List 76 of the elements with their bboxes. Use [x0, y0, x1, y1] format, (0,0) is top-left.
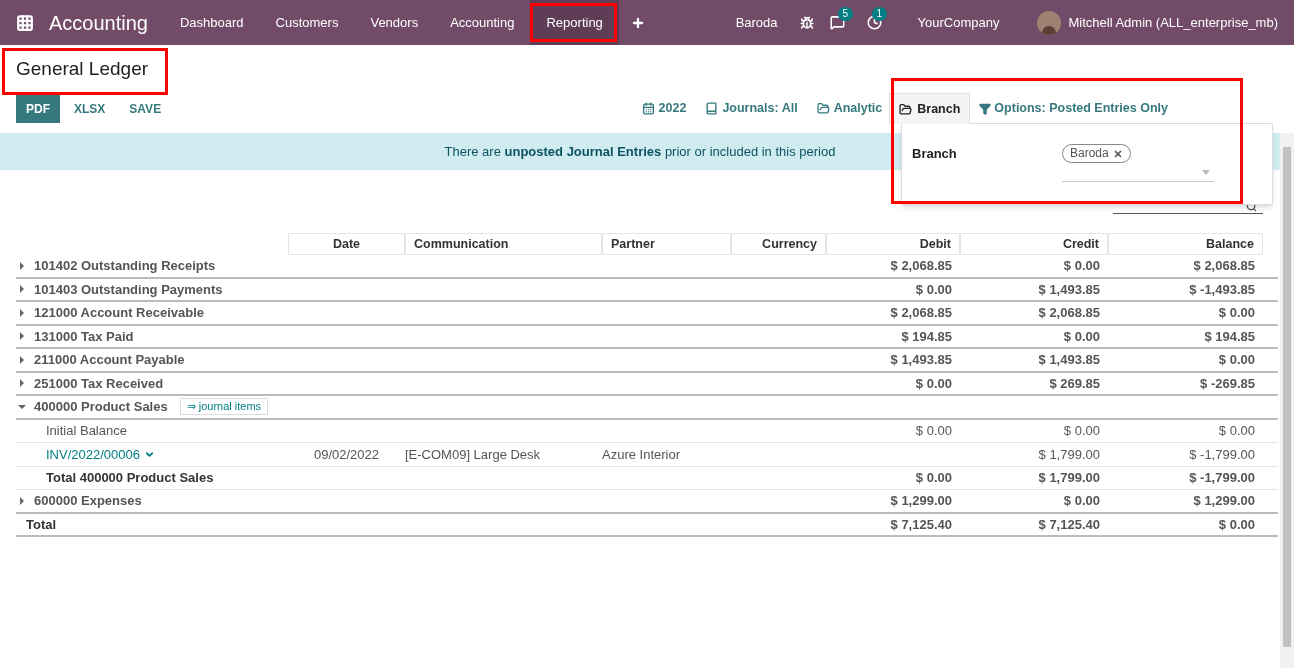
credit-cell-text: $ 1,493.85: [1037, 351, 1101, 369]
total-label: Total: [25, 515, 58, 534]
credit-cell-text: $ 0.00: [1062, 327, 1101, 346]
filter-button[interactable]: 2022: [641, 99, 687, 118]
credit-cell-text: $ 7,125.40: [1037, 515, 1101, 534]
column-header: Partner: [602, 233, 731, 255]
debit-cell-text: $ 2,068.85: [889, 304, 953, 322]
account-name[interactable]: 121000 Account Receivable: [34, 303, 205, 323]
report-action-button[interactable]: SAVE: [119, 94, 172, 123]
account-name[interactable]: 400000 Product Sales: [34, 397, 168, 417]
branch-filter-button[interactable]: Branch: [889, 93, 971, 124]
balance-cell-text: $ 0.00: [1217, 304, 1256, 322]
balance-cell-text: $ -269.85: [1199, 374, 1256, 393]
account-name[interactable]: 101402 Outstanding Receipts: [34, 256, 216, 276]
debit-cell-text: $ 0.00: [914, 469, 953, 487]
column-header: Debit: [826, 233, 960, 255]
branch-select-field[interactable]: Baroda: [1062, 144, 1214, 182]
communication-cell-text: [E-COM09] Large Desk: [405, 445, 542, 464]
journal-items-link[interactable]: ⇒ journal items: [179, 398, 269, 416]
debit-cell-text: $ 1,493.85: [889, 351, 953, 369]
debit-cell-text: $ 0.00: [914, 280, 953, 299]
company-switcher[interactable]: YourCompany: [917, 12, 1000, 33]
column-header: Currency: [731, 233, 826, 255]
report-action-button[interactable]: PDF: [16, 94, 60, 123]
credit-cell-text: $ 0.00: [1062, 257, 1101, 275]
balance-cell-text: $ -1,493.85: [1188, 280, 1256, 299]
balance-cell-text: $ 0.00: [1217, 351, 1256, 369]
user-menu[interactable]: Mitchell Admin (ALL_enterprise_mb): [1068, 12, 1278, 33]
balance-cell-text: $ -1,799.00: [1188, 445, 1256, 464]
credit-cell-text: $ 0.00: [1062, 492, 1101, 510]
balance-cell-text: $ 0.00: [1217, 515, 1256, 534]
column-header: Credit: [960, 233, 1108, 255]
column-header: Date: [288, 233, 405, 255]
column-header: Communication: [405, 233, 602, 255]
credit-cell-text: $ 1,493.85: [1037, 280, 1101, 299]
account-name[interactable]: 251000 Tax Received: [34, 373, 164, 393]
menu-item[interactable]: Accounting: [434, 0, 531, 45]
filter-button[interactable]: Analytic: [816, 99, 883, 118]
balance-cell-text: $ 2,068.85: [1192, 257, 1256, 275]
column-header: Balance: [1108, 233, 1263, 255]
account-name[interactable]: 101403 Outstanding Payments: [34, 279, 223, 299]
credit-cell-text: $ 269.85: [1048, 374, 1101, 393]
credit-cell-text: $ 0.00: [1062, 422, 1101, 440]
initial-balance-label: Initial Balance: [45, 422, 128, 440]
debit-cell-text: $ 1,299.00: [889, 492, 953, 510]
menu-item[interactable]: Vendors: [354, 0, 435, 45]
credit-cell-text: $ 1,799.00: [1037, 469, 1101, 487]
date-cell-text: 09/02/2022: [312, 445, 381, 464]
menu-item[interactable]: Dashboard: [163, 0, 260, 45]
debit-cell-text: $ 0.00: [914, 422, 953, 440]
credit-cell-text: $ 1,799.00: [1037, 445, 1101, 464]
branch-switcher[interactable]: Baroda: [735, 12, 778, 33]
subtotal-label: Total 400000 Product Sales: [45, 469, 215, 487]
balance-cell-text: $ 1,299.00: [1192, 492, 1256, 510]
account-name[interactable]: 131000 Tax Paid: [34, 326, 134, 346]
debit-cell-text: $ 194.85: [900, 327, 953, 346]
move-link[interactable]: INV/2022/00006: [16, 444, 288, 464]
account-name[interactable]: 600000 Expenses: [34, 491, 142, 511]
credit-cell-text: $ 2,068.85: [1037, 304, 1101, 322]
debit-cell-text: $ 7,125.40: [889, 515, 953, 534]
report-action-button[interactable]: XLSX: [64, 94, 116, 123]
filter-button[interactable]: Journals: All: [705, 99, 798, 118]
options-filter-button[interactable]: Options: Posted Entries Only: [979, 99, 1168, 118]
page-title: General Ledger: [16, 57, 149, 82]
app-name[interactable]: Accounting: [49, 7, 148, 38]
account-name[interactable]: 211000 Account Payable: [34, 350, 185, 370]
partner-cell-text: Azure Interior: [602, 445, 682, 464]
balance-cell-text: $ 194.85: [1203, 327, 1256, 346]
activity-count-badge: 1: [871, 7, 888, 21]
menu-item[interactable]: Customers: [259, 0, 355, 45]
debit-cell-text: $ 2,068.85: [889, 257, 953, 275]
balance-cell-text: $ -1,799.00: [1188, 469, 1256, 487]
balance-cell-text: $ 0.00: [1217, 422, 1256, 440]
branch-field-label: Branch: [912, 145, 958, 163]
message-count-badge: 5: [837, 7, 854, 21]
debit-cell-text: $ 0.00: [914, 374, 953, 393]
